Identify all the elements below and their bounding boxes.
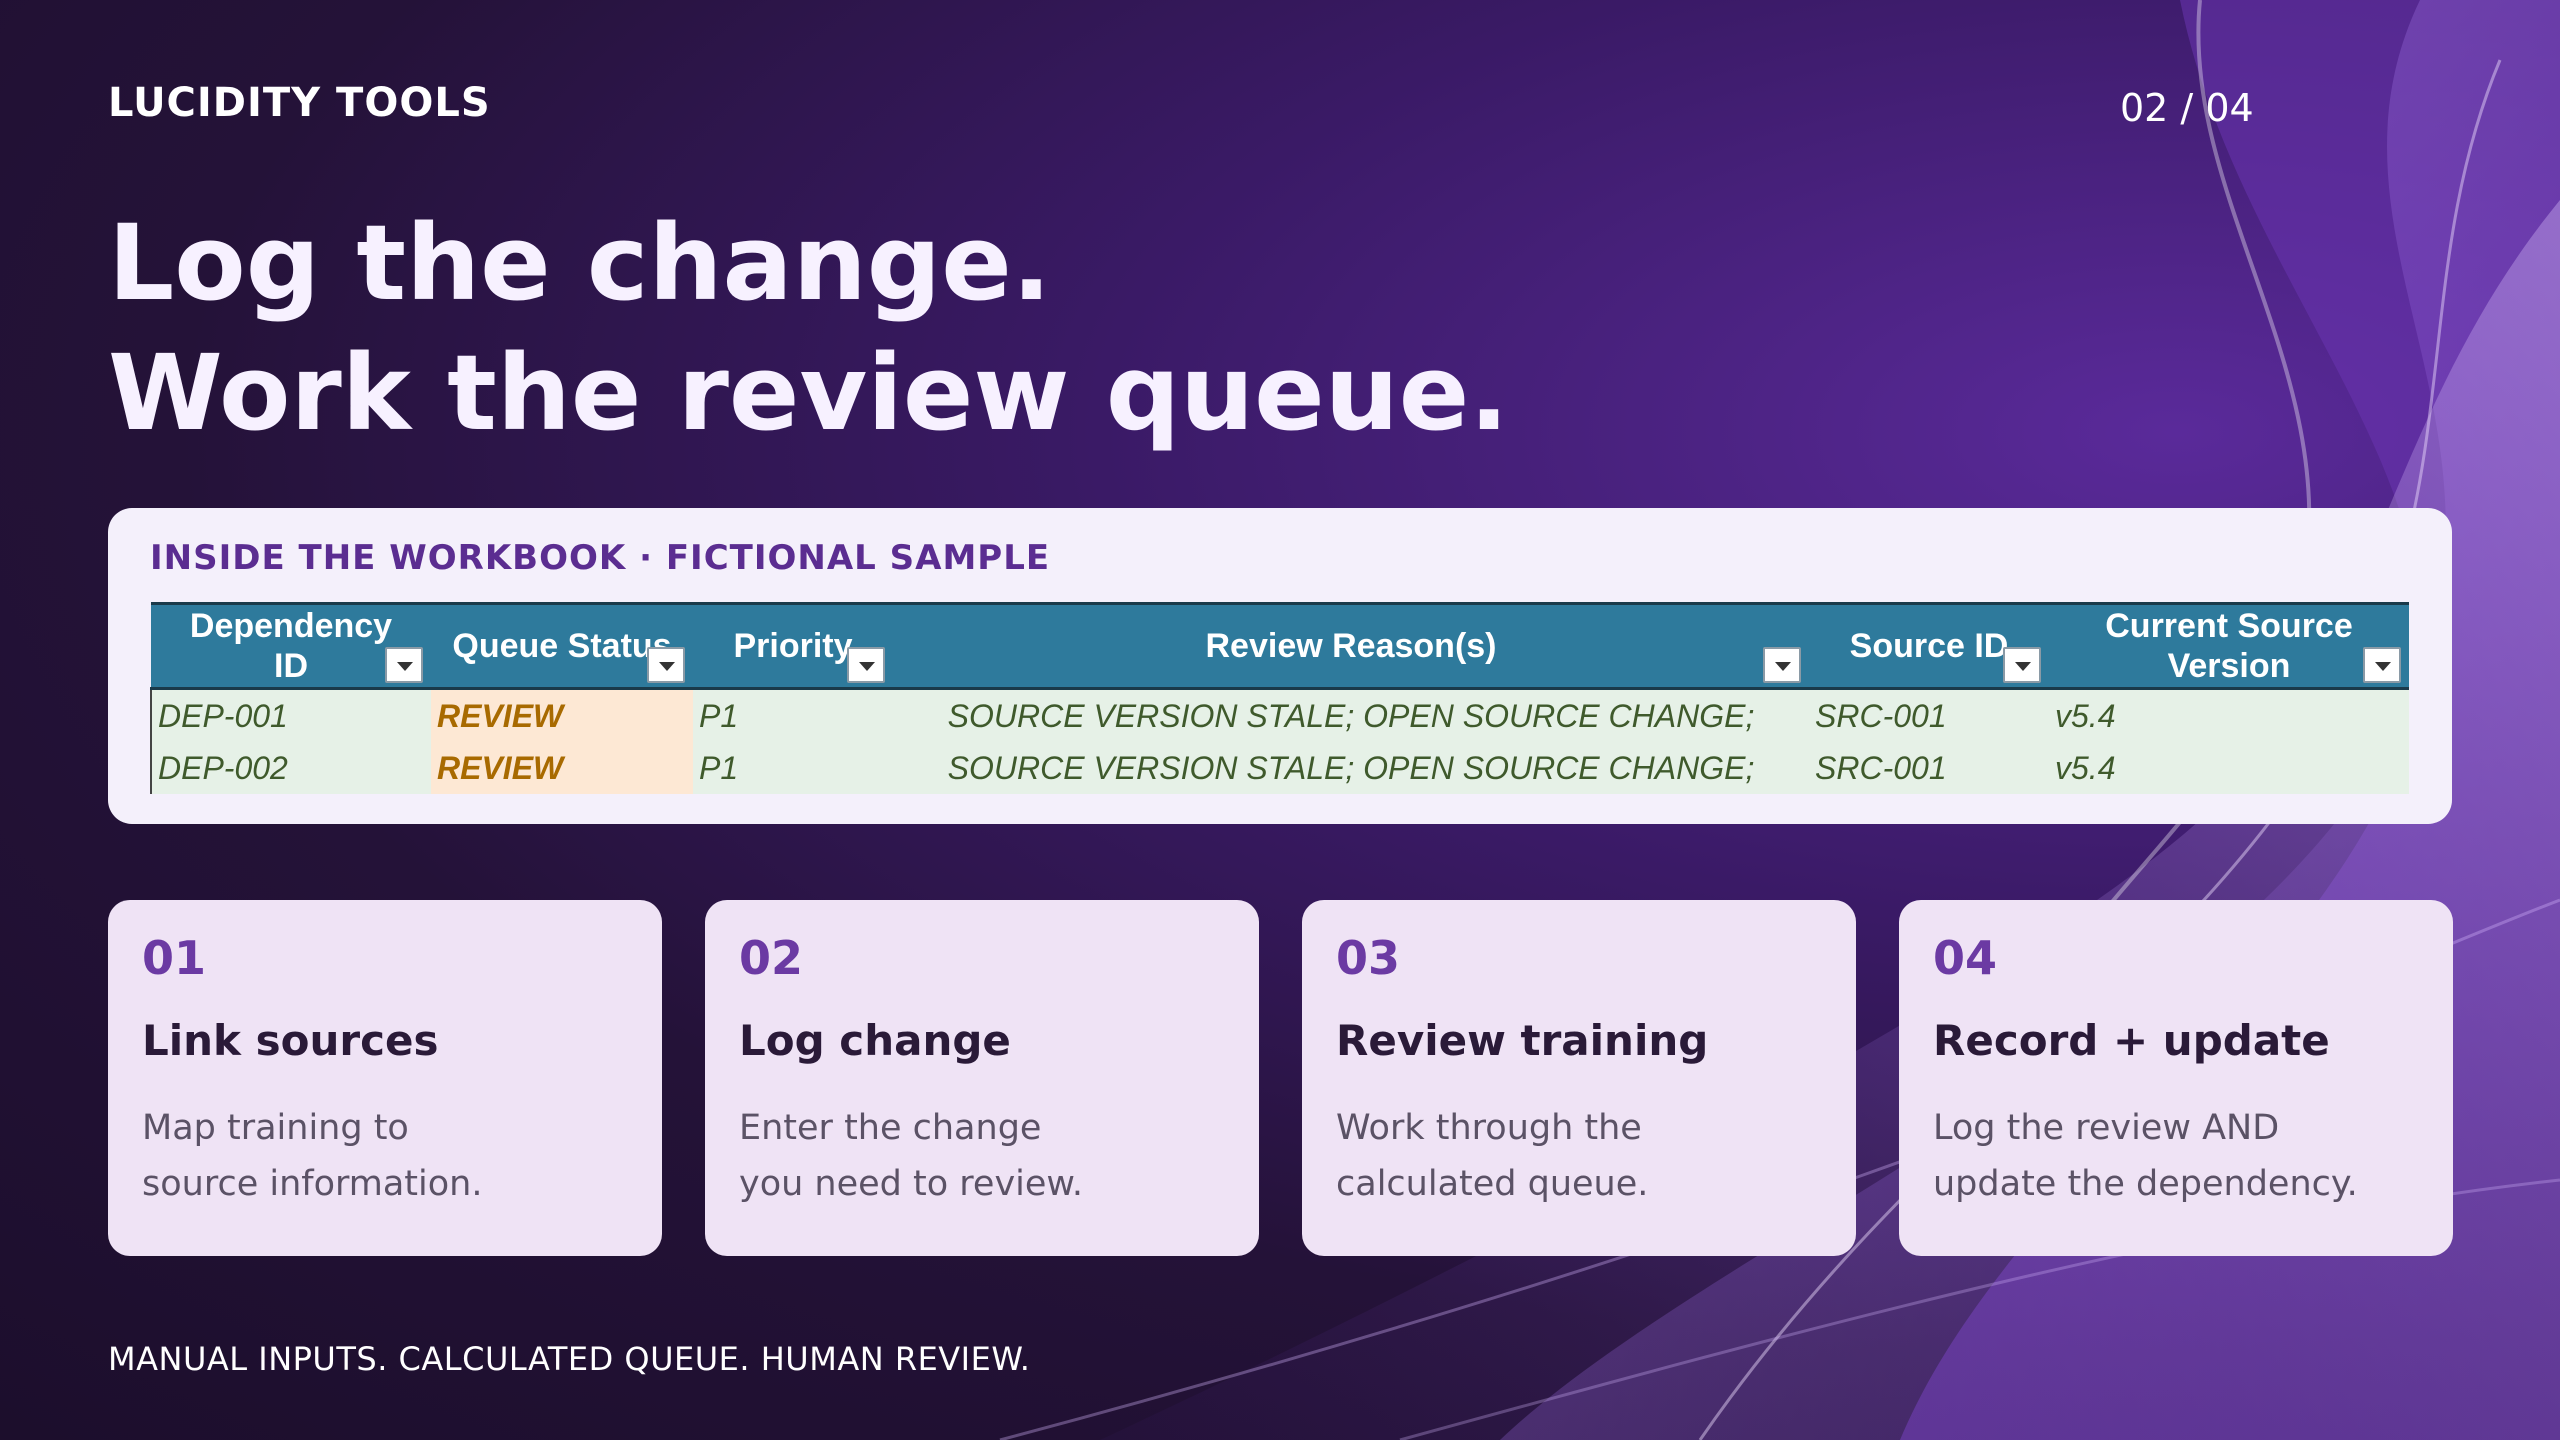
cell-queue-status[interactable]: REVIEW bbox=[431, 742, 693, 794]
column-header-label: Priority bbox=[733, 627, 853, 665]
column-header-source-id: Source ID bbox=[1809, 602, 2049, 690]
cell-source-version[interactable]: v5.4 bbox=[2049, 742, 2409, 794]
filter-dropdown-icon[interactable] bbox=[2003, 647, 2041, 683]
workbook-panel: INSIDE THE WORKBOOK · FICTIONAL SAMPLE D… bbox=[108, 508, 2452, 824]
step-title: Log change bbox=[739, 1016, 1011, 1065]
brand-logo-text: LUCIDITY TOOLS bbox=[108, 80, 491, 126]
workbook-table: Dependency ID Queue Status Priority Revie… bbox=[150, 602, 2409, 794]
headline: Log the change. Work the review queue. bbox=[108, 198, 1509, 458]
column-header-priority: Priority bbox=[693, 602, 893, 690]
column-header-label: Version bbox=[2167, 647, 2291, 685]
table-row: DEP-001 REVIEW P1 SOURCE VERSION STALE; … bbox=[150, 688, 2409, 742]
column-header-label: Dependency bbox=[189, 607, 393, 645]
step-number: 01 bbox=[142, 931, 207, 985]
cell-dependency-id[interactable]: DEP-001 bbox=[150, 688, 431, 742]
step-card-link-sources: 01 Link sources Map training to source i… bbox=[108, 900, 662, 1256]
filter-dropdown-icon[interactable] bbox=[385, 647, 423, 683]
column-header-queue-status: Queue Status bbox=[431, 602, 693, 690]
headline-line-1: Log the change. bbox=[108, 202, 1052, 324]
column-header-label: Current Source bbox=[2105, 607, 2353, 645]
step-description: Log the review AND update the dependency… bbox=[1933, 1108, 2358, 1204]
step-description: Map training to source information. bbox=[142, 1108, 483, 1204]
column-header-dependency-id: Dependency ID bbox=[151, 602, 431, 690]
cell-source-id[interactable]: SRC-001 bbox=[1809, 742, 2049, 794]
column-header-label: ID bbox=[274, 647, 308, 685]
filter-dropdown-icon[interactable] bbox=[647, 647, 685, 683]
step-number: 02 bbox=[739, 931, 804, 985]
filter-dropdown-icon[interactable] bbox=[847, 647, 885, 683]
cell-priority[interactable]: P1 bbox=[693, 688, 893, 742]
cell-priority[interactable]: P1 bbox=[693, 742, 893, 794]
table-header-row: Dependency ID Queue Status Priority Revie… bbox=[151, 602, 2409, 690]
cell-dependency-id[interactable]: DEP-002 bbox=[150, 742, 431, 794]
step-title: Link sources bbox=[142, 1016, 439, 1065]
step-description: Enter the change you need to review. bbox=[739, 1108, 1083, 1204]
step-title: Review training bbox=[1336, 1016, 1709, 1065]
column-header-review-reasons: Review Reason(s) bbox=[893, 602, 1809, 690]
headline-line-2: Work the review queue. bbox=[108, 332, 1509, 454]
step-number: 04 bbox=[1933, 931, 1998, 985]
column-header-label: Source ID bbox=[1849, 627, 2009, 665]
cell-review-reasons[interactable]: SOURCE VERSION STALE; OPEN SOURCE CHANGE… bbox=[893, 688, 1809, 742]
step-number: 03 bbox=[1336, 931, 1401, 985]
filter-dropdown-icon[interactable] bbox=[1763, 647, 1801, 683]
cell-source-version[interactable]: v5.4 bbox=[2049, 688, 2409, 742]
column-header-current-source-version: Current Source Version bbox=[2049, 602, 2409, 690]
footer-tagline: MANUAL INPUTS. CALCULATED QUEUE. HUMAN R… bbox=[108, 1340, 1031, 1378]
cell-queue-status[interactable]: REVIEW bbox=[431, 688, 693, 742]
cell-source-id[interactable]: SRC-001 bbox=[1809, 688, 2049, 742]
step-card-record-update: 04 Record + update Log the review AND up… bbox=[1899, 900, 2453, 1256]
column-header-label: Queue Status bbox=[452, 627, 672, 665]
page-counter: 02 / 04 bbox=[2120, 86, 2254, 130]
step-title: Record + update bbox=[1933, 1016, 2330, 1065]
cell-review-reasons[interactable]: SOURCE VERSION STALE; OPEN SOURCE CHANGE… bbox=[893, 742, 1809, 794]
table-row: DEP-002 REVIEW P1 SOURCE VERSION STALE; … bbox=[150, 742, 2409, 794]
column-header-label: Review Reason(s) bbox=[1205, 627, 1497, 665]
step-card-review-training: 03 Review training Work through the calc… bbox=[1302, 900, 1856, 1256]
step-description: Work through the calculated queue. bbox=[1336, 1108, 1649, 1204]
filter-dropdown-icon[interactable] bbox=[2363, 647, 2401, 683]
panel-label: INSIDE THE WORKBOOK · FICTIONAL SAMPLE bbox=[150, 538, 1051, 578]
step-card-log-change: 02 Log change Enter the change you need … bbox=[705, 900, 1259, 1256]
